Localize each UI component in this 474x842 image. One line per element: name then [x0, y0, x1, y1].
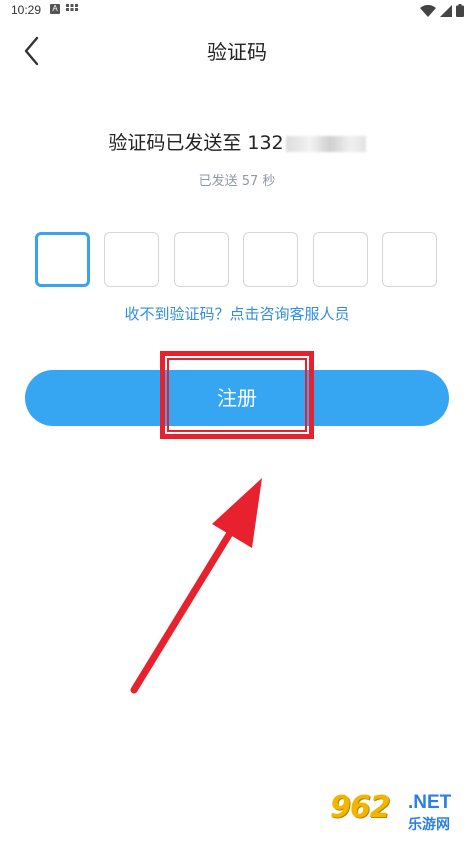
status-time: 10:29 [11, 3, 42, 17]
status-bar: 10:29 A [0, 0, 474, 22]
watermark-net: .NET [408, 792, 452, 813]
status-right-icons [420, 4, 464, 20]
contact-support-link[interactable]: 收不到验证码？点击咨询客服人员 [0, 303, 474, 324]
battery-icon [456, 4, 464, 17]
masked-phone-number [285, 135, 366, 152]
notification-grid-icon [66, 4, 78, 11]
register-button[interactable]: 注册 [25, 370, 449, 426]
watermark-name: 乐游网 [408, 817, 450, 833]
code-box-1[interactable] [35, 232, 90, 287]
code-box-6[interactable] [382, 232, 437, 287]
code-box-2[interactable] [104, 232, 159, 287]
wifi-icon [420, 4, 437, 18]
page-title: 验证码 [207, 40, 267, 64]
sent-to-text: 验证码已发送至 132 [108, 132, 284, 154]
signal-icon [440, 5, 453, 17]
countdown-text: 已发送 57 秒 [198, 174, 276, 189]
notification-a-icon: A [50, 4, 60, 14]
code-box-5[interactable] [313, 232, 368, 287]
watermark-logo: 962 .NET 乐游网 [330, 790, 470, 838]
watermark-962: 962 [330, 790, 391, 825]
code-box-4[interactable] [243, 232, 298, 287]
code-input-group [35, 232, 439, 290]
sent-to-line: 验证码已发送至 132 [0, 128, 474, 155]
code-box-3[interactable] [174, 232, 229, 287]
